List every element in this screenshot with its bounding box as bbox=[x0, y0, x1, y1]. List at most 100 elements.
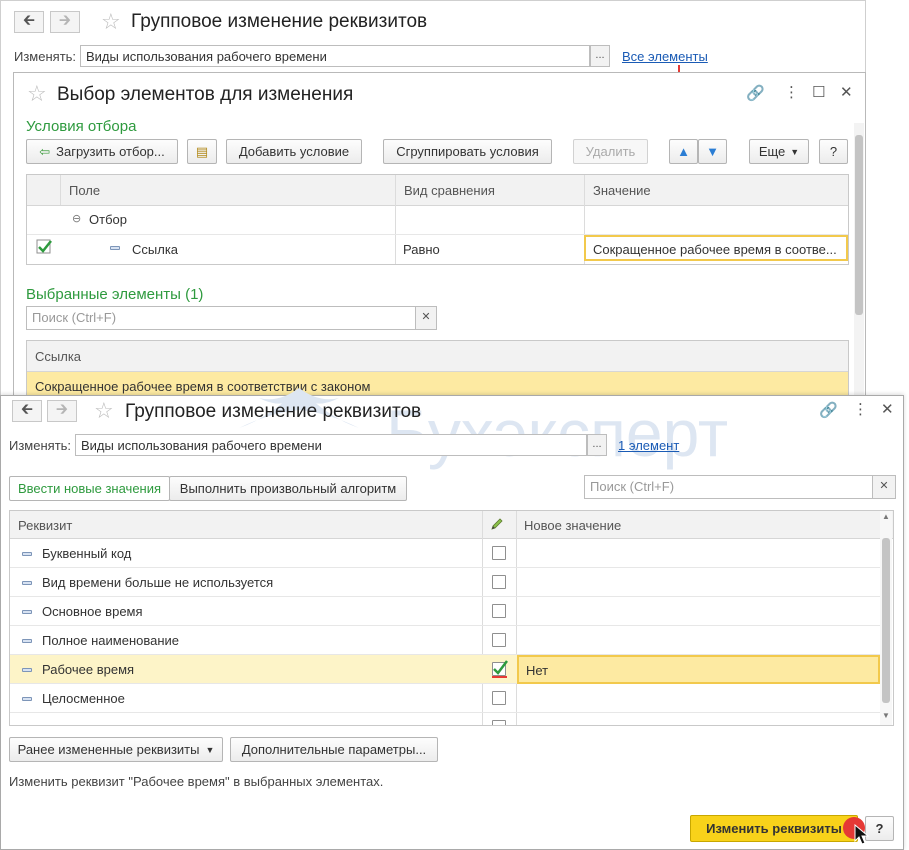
selected-search-clear[interactable]: ✕ bbox=[415, 306, 437, 330]
filter-row-comparison[interactable]: Равно bbox=[403, 242, 440, 257]
chevron-down-icon: ▼ bbox=[790, 146, 800, 157]
column-value[interactable]: Значение bbox=[593, 183, 651, 198]
selected-elements-title: Выбранные элементы (1) bbox=[26, 286, 204, 303]
filter-row-field[interactable]: Ссылка bbox=[132, 242, 178, 257]
outer-choose-button[interactable]: ... bbox=[590, 45, 610, 67]
attributes-grid-header: Реквизит Новое значение bbox=[10, 511, 893, 539]
attribute-name: Целосменное bbox=[42, 691, 125, 706]
attribute-icon bbox=[22, 639, 32, 643]
add-condition-button[interactable]: Добавить условие bbox=[226, 139, 362, 164]
filter-row-checkbox[interactable] bbox=[36, 239, 52, 255]
status-text: Изменить реквизит "Рабочее время" в выбр… bbox=[9, 774, 384, 789]
attribute-icon bbox=[22, 610, 32, 614]
filter-grid: Поле Вид сравнения Значение ⊖ Отбор Ссыл… bbox=[26, 174, 849, 265]
tab-new-values[interactable]: Ввести новые значения bbox=[9, 476, 170, 501]
more-vertical-icon[interactable]: ⋮ bbox=[784, 85, 799, 100]
move-up-button[interactable]: ▲ bbox=[669, 139, 698, 164]
close-icon[interactable]: ✕ bbox=[840, 85, 853, 100]
scroll-up-icon[interactable]: ▲ bbox=[882, 512, 890, 521]
filter-group-row[interactable]: Отбор bbox=[89, 212, 127, 227]
back-button[interactable]: 🡰 bbox=[14, 11, 44, 33]
previous-changed-button[interactable]: Ранее измененные реквизиты ▼ bbox=[9, 737, 223, 762]
attribute-name: Рабочее время bbox=[42, 662, 135, 677]
attribute-icon bbox=[22, 668, 32, 672]
main-more-vertical-icon[interactable]: ⋮ bbox=[853, 402, 868, 417]
main-change-field[interactable]: Виды использования рабочего времени bbox=[75, 434, 587, 456]
column-new-value[interactable]: Новое значение bbox=[524, 518, 621, 533]
delete-button[interactable]: Удалить bbox=[573, 139, 648, 164]
favorite-star-icon[interactable]: ☆ bbox=[101, 11, 121, 33]
outer-window-title: Групповое изменение реквизитов bbox=[131, 11, 428, 32]
main-link-icon[interactable]: 🔗 bbox=[819, 403, 838, 418]
table-row[interactable]: Рабочее время Нет bbox=[10, 655, 880, 684]
checkmark-icon bbox=[492, 660, 508, 678]
selected-grid: Ссылка Сокращенное рабочее время в соотв… bbox=[26, 340, 849, 403]
load-filter-button[interactable]: ⇦ Загрузить отбор... bbox=[26, 139, 178, 164]
apply-changes-button[interactable]: Изменить реквизиты bbox=[690, 815, 858, 842]
attribute-icon bbox=[22, 581, 32, 585]
attribute-checkbox[interactable] bbox=[492, 604, 506, 618]
selection-scrollbar[interactable] bbox=[854, 123, 864, 401]
forward-button[interactable]: 🡲 bbox=[50, 11, 80, 33]
additional-params-button[interactable]: Дополнительные параметры... bbox=[230, 737, 438, 762]
mouse-cursor-icon bbox=[854, 823, 870, 846]
save-filter-button[interactable]: ▤ bbox=[187, 139, 217, 164]
maximize-icon[interactable]: ☐ bbox=[812, 85, 825, 100]
table-row[interactable]: Вид времени больше не используется bbox=[10, 568, 880, 597]
selected-search-input[interactable]: Поиск (Ctrl+F) bbox=[26, 306, 416, 330]
selection-scroll-thumb[interactable] bbox=[855, 135, 863, 315]
attribute-checkbox[interactable] bbox=[492, 546, 506, 560]
group-toggle-icon[interactable]: ⊖ bbox=[72, 212, 81, 225]
attribute-checkbox[interactable] bbox=[492, 720, 506, 725]
filter-grid-header: Поле Вид сравнения Значение bbox=[27, 175, 848, 206]
column-ref[interactable]: Ссылка bbox=[35, 349, 81, 364]
table-row[interactable]: Целосменное bbox=[10, 684, 880, 713]
main-window-title: Групповое изменение реквизитов bbox=[125, 401, 422, 422]
table-row[interactable]: Буквенный код bbox=[10, 539, 880, 568]
conditions-title: Условия отбора bbox=[26, 118, 137, 135]
attributes-grid: Реквизит Новое значение Буквенный код Вид… bbox=[9, 510, 894, 726]
all-elements-link[interactable]: Все элементы bbox=[622, 49, 708, 64]
arrow-right-icon: 🡲 bbox=[58, 11, 72, 29]
main-close-icon[interactable]: ✕ bbox=[881, 402, 894, 417]
link-icon[interactable]: 🔗 bbox=[746, 86, 765, 101]
scroll-down-icon[interactable]: ▼ bbox=[882, 711, 890, 720]
move-down-button[interactable]: ▼ bbox=[698, 139, 727, 164]
selection-window: ☆ Выбор элементов для изменения 🔗 ⋮ ☐ ✕ … bbox=[13, 72, 866, 403]
arrow-down-icon: ▼ bbox=[706, 144, 719, 159]
load-filter-icon: ⇦ bbox=[39, 143, 51, 159]
new-value-field[interactable]: Нет bbox=[517, 655, 880, 684]
outer-change-field[interactable]: Виды использования рабочего времени bbox=[80, 45, 590, 67]
main-star-icon[interactable]: ☆ bbox=[94, 400, 114, 422]
attribute-checkbox[interactable] bbox=[492, 575, 506, 589]
filter-row-value[interactable]: Сокращенное рабочее время в соотве... bbox=[584, 235, 848, 261]
attributes-scroll-thumb[interactable] bbox=[882, 538, 890, 703]
attribute-checkbox[interactable] bbox=[492, 633, 506, 647]
column-attribute[interactable]: Реквизит bbox=[18, 518, 72, 533]
column-field[interactable]: Поле bbox=[69, 183, 100, 198]
table-row[interactable]: Полное наименование bbox=[10, 626, 880, 655]
main-search-input[interactable]: Поиск (Ctrl+F) bbox=[584, 475, 873, 499]
main-window: Бухэксперт 🡰 🡲 ☆ Групповое изменение рек… bbox=[0, 388, 904, 850]
chevron-down-icon: ▼ bbox=[205, 744, 215, 755]
selection-help-button[interactable]: ? bbox=[819, 139, 848, 164]
group-conditions-button[interactable]: Сгруппировать условия bbox=[383, 139, 552, 164]
column-comparison[interactable]: Вид сравнения bbox=[404, 183, 495, 198]
more-button[interactable]: Еще ▼ bbox=[749, 139, 809, 164]
arrow-right-icon: 🡲 bbox=[55, 400, 69, 418]
edit-pencil-icon bbox=[490, 517, 504, 531]
main-back-button[interactable]: 🡰 bbox=[12, 400, 42, 422]
attribute-name: Буквенный код bbox=[42, 546, 132, 561]
main-forward-button[interactable]: 🡲 bbox=[47, 400, 77, 422]
one-element-link[interactable]: 1 элемент bbox=[618, 438, 679, 453]
main-choose-button[interactable]: ... bbox=[587, 434, 607, 456]
table-row[interactable]: Основное время bbox=[10, 597, 880, 626]
attribute-icon bbox=[110, 246, 120, 250]
tab-custom-algorithm[interactable]: Выполнить произвольный алгоритм bbox=[169, 476, 407, 501]
selection-window-title: Выбор элементов для изменения bbox=[57, 84, 354, 105]
selection-star-icon[interactable]: ☆ bbox=[27, 83, 47, 105]
arrow-up-icon: ▲ bbox=[677, 144, 690, 159]
main-search-clear[interactable]: ✕ bbox=[872, 475, 896, 499]
attributes-scrollbar[interactable]: ▲ ▼ bbox=[880, 511, 892, 725]
attribute-checkbox[interactable] bbox=[492, 691, 506, 705]
